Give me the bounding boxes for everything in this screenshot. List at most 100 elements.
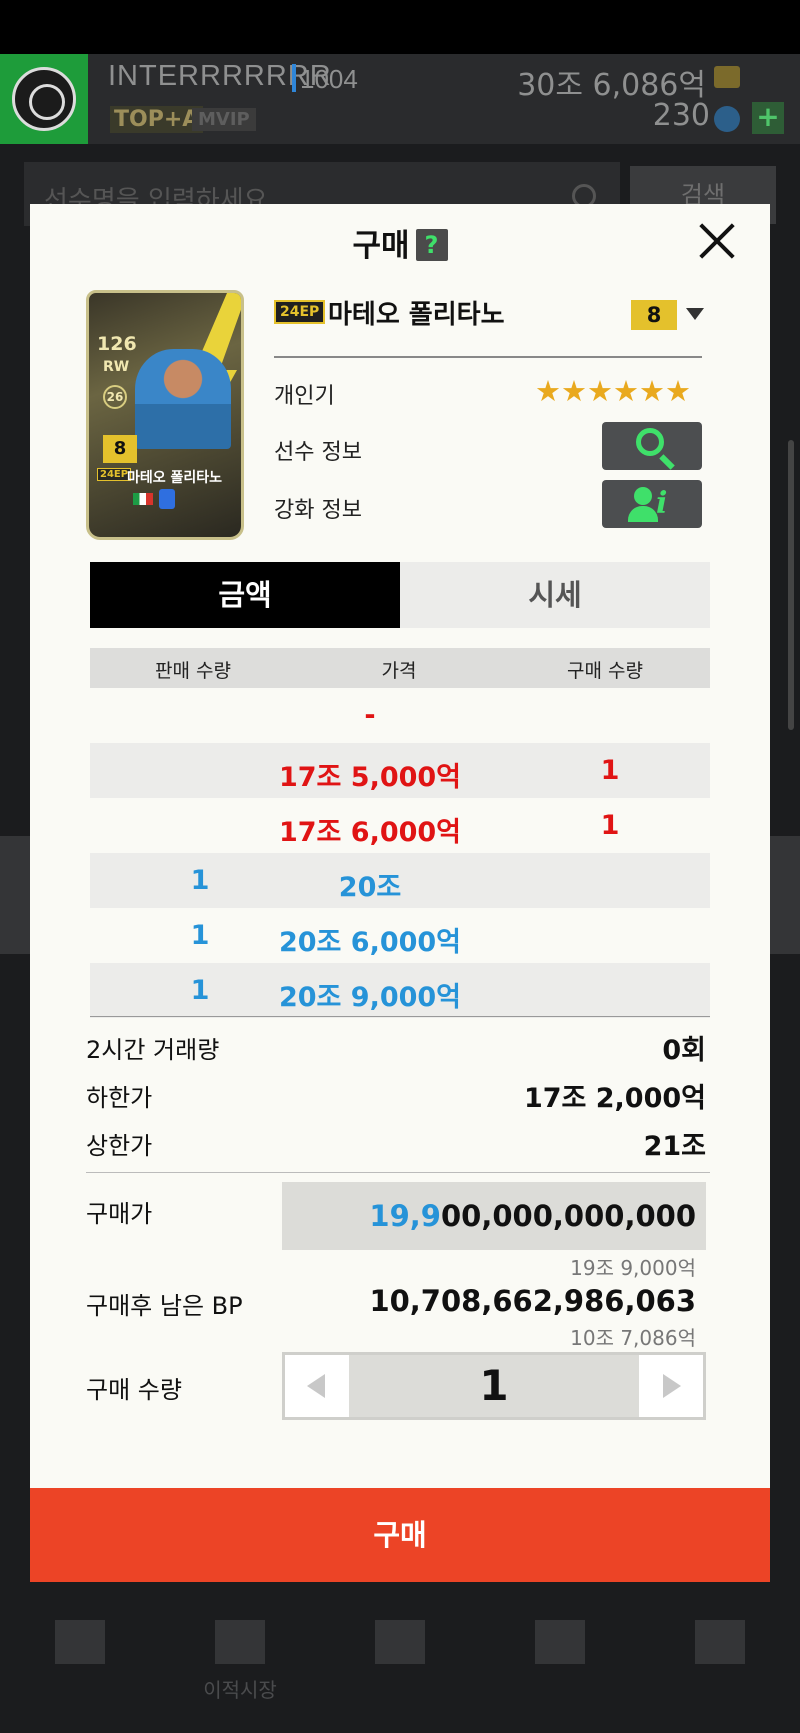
trade-volume-label: 2시간 거래량 [86, 1036, 220, 1064]
player-info-label: 선수 정보 [274, 440, 362, 465]
add-fc-button[interactable]: + [752, 102, 784, 134]
user-info-icon-body [628, 506, 658, 522]
fc-balance: 230 [652, 98, 710, 133]
cart-icon [55, 1620, 105, 1664]
briefcase-icon [695, 1620, 745, 1664]
max-price-label: 상한가 [86, 1132, 153, 1160]
price-cell: 20조 9,000억 [278, 982, 462, 1013]
divider [274, 356, 702, 358]
transfer-icon [215, 1620, 265, 1664]
status-bar [0, 0, 800, 54]
magnifier-handle [659, 454, 675, 470]
enhance-info-label: 강화 정보 [274, 498, 362, 523]
order-row[interactable]: 1 20조 6,000억 [90, 908, 710, 963]
quantity-stepper: 1 [282, 1352, 706, 1420]
purchase-price-short: 19조 9,000억 [570, 1256, 696, 1280]
max-price-value: 21조 [643, 1131, 706, 1162]
purchase-modal: 구매? 126 RW 26 8 24EP 마테오 폴리타노 24EP 마테오 폴… [30, 204, 770, 1582]
quantity-label: 구매 수량 [86, 1376, 182, 1404]
nav-home[interactable] [340, 1620, 460, 1720]
card-ovr: 126 [97, 333, 137, 355]
order-row[interactable]: 1 20조 9,000억 [90, 963, 710, 1018]
player-name: 마테오 폴리타노 [328, 300, 505, 330]
club-level: 1004 [300, 64, 358, 94]
scrollbar[interactable] [788, 440, 794, 730]
arrow-right-icon [663, 1374, 681, 1398]
decrease-button[interactable] [285, 1355, 349, 1417]
quantity-value[interactable]: 1 [349, 1355, 639, 1417]
order-row[interactable]: - [90, 688, 710, 743]
season-icon: 24EP [274, 300, 326, 324]
player-photo [135, 349, 231, 449]
order-table-header: 판매 수량 가격 구매 수량 [90, 648, 710, 688]
header-sell-qty: 판매 수량 [155, 660, 231, 682]
card-season-icon: 24EP [97, 468, 132, 481]
remaining-bp-label: 구매후 남은 BP [86, 1292, 243, 1320]
increase-button[interactable] [639, 1355, 703, 1417]
modal-title-text: 구매 [352, 228, 410, 264]
remaining-bp-value: 10,708,662,986,063 [369, 1284, 696, 1318]
tab-market-rate[interactable]: 시세 [400, 562, 710, 628]
buy-button[interactable]: 구매 [30, 1488, 770, 1582]
price-cell: 20조 [338, 872, 402, 903]
team-rank-badge: TOP+A [110, 106, 204, 133]
user-info-icon [634, 487, 652, 505]
buy-quantity-cell: 1 [600, 810, 620, 841]
club-header: INTERRRRRRR 1004 TOP+A MVIP 30조 6,086억 2… [0, 54, 800, 144]
card-position: RW [103, 359, 130, 375]
divider [86, 1172, 710, 1173]
nav-storage[interactable] [660, 1620, 780, 1720]
vip-badge: MVIP [192, 108, 256, 131]
league-icon [159, 489, 175, 509]
divider [90, 1016, 710, 1017]
club-name: INTERRRRRRR [108, 60, 332, 92]
price-cell: 20조 6,000억 [278, 927, 462, 958]
bottom-nav: 이적시장 [0, 1590, 800, 1733]
order-row[interactable]: 17조 6,000억 1 [90, 798, 710, 853]
card-grade-badge: 8 [103, 435, 137, 463]
nav-transfer-market[interactable]: 이적시장 [180, 1620, 300, 1720]
header-price: 가격 [381, 660, 417, 682]
grade-badge[interactable]: 8 [631, 300, 677, 330]
price-rest: 00,000,000,000 [440, 1199, 696, 1233]
order-row[interactable]: 17조 5,000억 1 [90, 743, 710, 798]
nav-squad[interactable] [500, 1620, 620, 1720]
player-info-button[interactable] [602, 422, 702, 470]
help-icon[interactable]: ? [415, 229, 448, 261]
close-icon[interactable] [698, 222, 736, 260]
club-logo[interactable] [0, 54, 88, 144]
trade-volume-value: 0회 [662, 1035, 706, 1066]
modal-title: 구매? [30, 220, 770, 265]
field-icon [535, 1620, 585, 1664]
card-position-number: 26 [103, 385, 127, 409]
card-player-name: 마테오 폴리타노 [127, 470, 223, 486]
remaining-bp-short: 10조 7,086억 [570, 1326, 696, 1350]
price-highlight: 19,9 [369, 1199, 441, 1233]
price-tabs: 금액 시세 [90, 562, 710, 628]
header-buy-qty: 구매 수량 [567, 660, 643, 682]
tab-price[interactable]: 금액 [90, 562, 400, 628]
player-card[interactable]: 126 RW 26 8 24EP 마테오 폴리타노 [86, 290, 244, 540]
order-book: - 17조 5,000억 1 17조 6,000억 1 1 20조 1 20조 6,000억 1 2… [90, 688, 710, 1018]
skill-stars: ★★★★★★ [535, 374, 691, 408]
buy-quantity-cell: 1 [600, 755, 620, 786]
price-cell: - [364, 700, 376, 731]
price-cell: 17조 6,000억 [278, 817, 462, 848]
nav-label: 이적시장 [203, 1678, 277, 1702]
italy-flag-icon [133, 493, 153, 505]
min-price-label: 하한가 [86, 1084, 153, 1112]
price-cell: 17조 5,000억 [278, 762, 462, 793]
club-level-divider [292, 64, 296, 92]
club-logo-icon [12, 67, 76, 131]
grade-dropdown-icon[interactable] [686, 308, 704, 320]
fc-coin-icon [714, 106, 740, 132]
bp-icon [714, 66, 740, 88]
enhance-info-button[interactable]: i [602, 480, 702, 528]
arrow-left-icon [307, 1374, 325, 1398]
order-row[interactable]: 1 20조 [90, 853, 710, 908]
nav-shop[interactable] [20, 1620, 140, 1720]
magnifier-icon [636, 428, 664, 456]
home-icon [375, 1620, 425, 1664]
purchase-price-input[interactable]: 19,900,000,000,000 [282, 1182, 706, 1250]
skill-moves-label: 개인기 [274, 384, 335, 409]
